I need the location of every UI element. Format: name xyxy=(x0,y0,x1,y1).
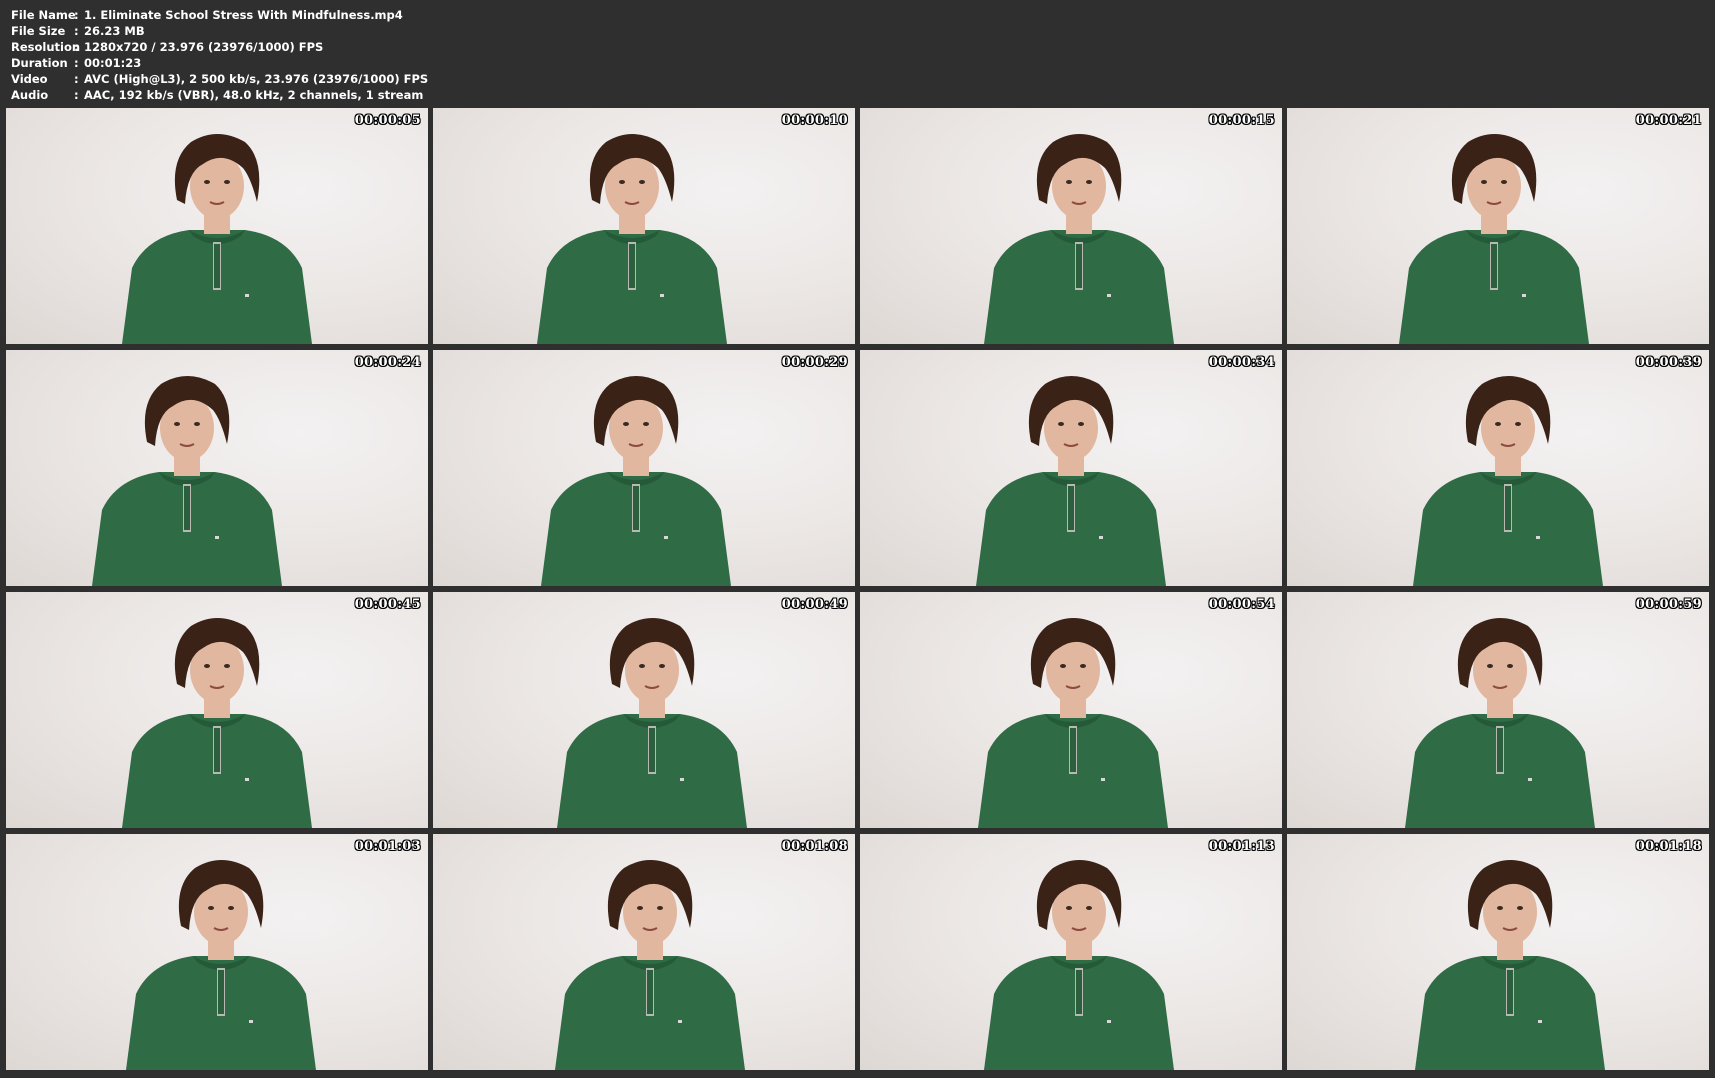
person-figure-icon xyxy=(126,860,316,1070)
info-row: File Name:1. Eliminate School Stress Wit… xyxy=(11,7,428,23)
info-value: AVC (High@L3), 2 500 kb/s, 23.976 (23976… xyxy=(84,72,429,86)
frame-timestamp: 00:01:03 xyxy=(354,839,421,854)
frame-timestamp: 00:00:34 xyxy=(1208,355,1275,370)
info-key: Resolution xyxy=(11,40,81,54)
info-key: Duration xyxy=(11,56,68,70)
video-frame-thumbnail: 00:00:49 xyxy=(433,592,855,828)
frame-timestamp: 00:00:05 xyxy=(354,113,421,128)
frame-timestamp: 00:00:10 xyxy=(781,113,848,128)
thumbnail-grid: 00:00:05 00:00:10 00:00:15 00:00:21 00:00:24… xyxy=(6,108,1709,1070)
person-figure-icon xyxy=(122,618,312,828)
contact-sheet: File Name:1. Eliminate School Stress Wit… xyxy=(0,0,1715,1078)
info-separator: : xyxy=(74,40,79,54)
person-figure-icon xyxy=(537,134,727,344)
info-value: 00:01:23 xyxy=(84,56,142,70)
frame-timestamp: 00:00:21 xyxy=(1635,113,1702,128)
info-row: Video: AVC (High@L3), 2 500 kb/s, 23.976 … xyxy=(11,71,428,87)
info-value: AAC, 192 kb/s (VBR), 48.0 kHz, 2 channel… xyxy=(84,88,424,102)
video-frame-thumbnail: 00:00:21 xyxy=(1287,108,1709,344)
info-key: Video xyxy=(11,72,48,86)
person-figure-icon xyxy=(978,618,1168,828)
person-figure-icon xyxy=(92,376,282,586)
video-frame-thumbnail: 00:01:03 xyxy=(6,834,428,1070)
video-frame-thumbnail: 00:00:39 xyxy=(1287,350,1709,586)
video-frame-thumbnail: 00:00:15 xyxy=(860,108,1282,344)
video-frame-thumbnail: 00:00:29 xyxy=(433,350,855,586)
media-info-panel: File Name:1. Eliminate School Stress Wit… xyxy=(11,7,428,103)
info-separator: : xyxy=(74,88,79,102)
frame-timestamp: 00:00:39 xyxy=(1635,355,1702,370)
person-figure-icon xyxy=(541,376,731,586)
info-separator: : xyxy=(74,8,79,22)
info-row: File Size:26.23 MB xyxy=(11,23,428,39)
person-figure-icon xyxy=(122,134,312,344)
frame-timestamp: 00:00:49 xyxy=(781,597,848,612)
person-figure-icon xyxy=(984,860,1174,1070)
info-separator: : xyxy=(74,24,79,38)
video-frame-thumbnail: 00:00:34 xyxy=(860,350,1282,586)
person-figure-icon xyxy=(1405,618,1595,828)
person-figure-icon xyxy=(1413,376,1603,586)
video-frame-thumbnail: 00:00:45 xyxy=(6,592,428,828)
info-key: File Name xyxy=(11,8,76,22)
frame-timestamp: 00:00:15 xyxy=(1208,113,1275,128)
info-separator: : xyxy=(74,56,79,70)
info-row: Duration:00:01:23 xyxy=(11,55,428,71)
info-value: 26.23 MB xyxy=(84,24,145,38)
info-value: 1280x720 / 23.976 (23976/1000) FPS xyxy=(84,40,324,54)
person-figure-icon xyxy=(557,618,747,828)
info-row: Resolution:1280x720 / 23.976 (23976/1000… xyxy=(11,39,428,55)
frame-timestamp: 00:00:29 xyxy=(781,355,848,370)
frame-timestamp: 00:00:24 xyxy=(354,355,421,370)
video-frame-thumbnail: 00:01:18 xyxy=(1287,834,1709,1070)
person-figure-icon xyxy=(984,134,1174,344)
frame-timestamp: 00:01:18 xyxy=(1635,839,1702,854)
person-figure-icon xyxy=(555,860,745,1070)
video-frame-thumbnail: 00:00:10 xyxy=(433,108,855,344)
frame-timestamp: 00:00:54 xyxy=(1208,597,1275,612)
info-row: Audio: AAC, 192 kb/s (VBR), 48.0 kHz, 2 c… xyxy=(11,87,428,103)
video-frame-thumbnail: 00:00:24 xyxy=(6,350,428,586)
person-figure-icon xyxy=(1399,134,1589,344)
info-key: File Size xyxy=(11,24,66,38)
info-key: Audio xyxy=(11,88,49,102)
info-separator: : xyxy=(74,72,79,86)
video-frame-thumbnail: 00:00:59 xyxy=(1287,592,1709,828)
person-figure-icon xyxy=(1415,860,1605,1070)
video-frame-thumbnail: 00:00:54 xyxy=(860,592,1282,828)
frame-timestamp: 00:00:59 xyxy=(1635,597,1702,612)
video-frame-thumbnail: 00:00:05 xyxy=(6,108,428,344)
video-frame-thumbnail: 00:01:08 xyxy=(433,834,855,1070)
video-frame-thumbnail: 00:01:13 xyxy=(860,834,1282,1070)
person-figure-icon xyxy=(976,376,1166,586)
frame-timestamp: 00:00:45 xyxy=(354,597,421,612)
frame-timestamp: 00:01:08 xyxy=(781,839,848,854)
frame-timestamp: 00:01:13 xyxy=(1208,839,1275,854)
info-value: 1. Eliminate School Stress With Mindfuln… xyxy=(84,8,403,22)
